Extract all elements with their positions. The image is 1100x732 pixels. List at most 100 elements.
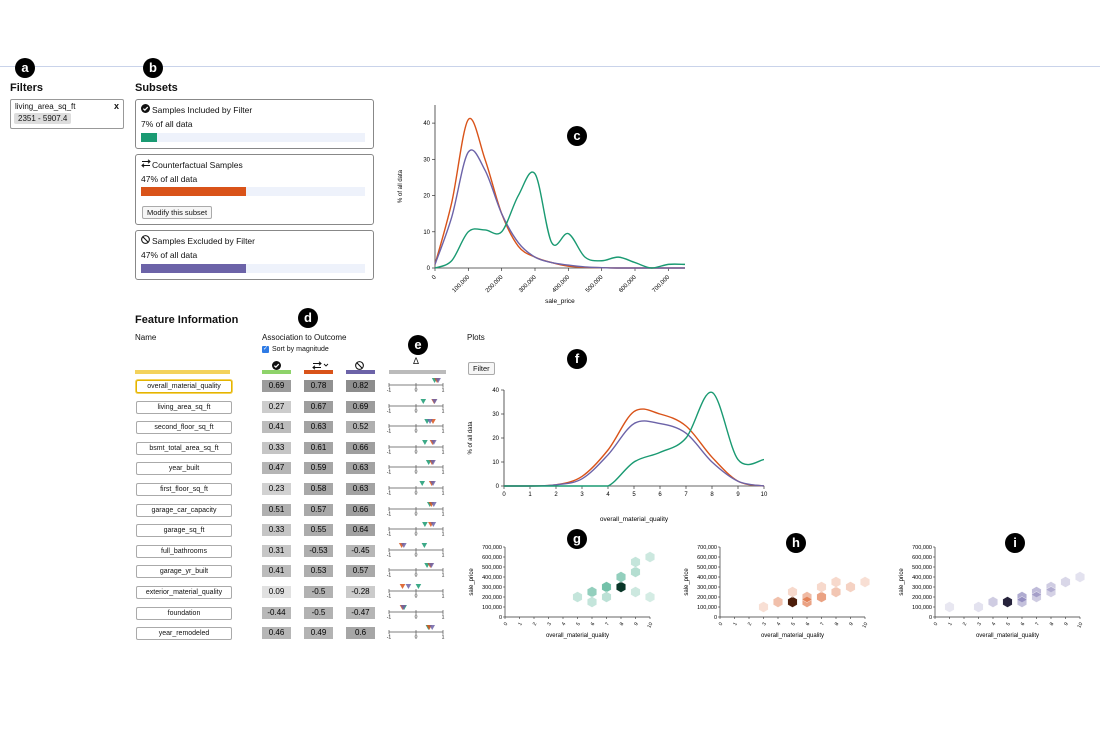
filter-range[interactable]: 2351 - 5907.4: [14, 113, 72, 124]
assoc-value-cf: 0.63: [304, 421, 333, 434]
x-tick-label: 500,000: [585, 274, 605, 294]
svg-text:-1: -1: [387, 449, 392, 454]
assoc-value-cf: 0.78: [304, 380, 333, 392]
feature-button[interactable]: garage_yr_built: [136, 565, 232, 579]
delta-column-colorbar: [389, 370, 446, 374]
counterfactual-column-colorbar: [304, 370, 333, 374]
svg-text:0: 0: [415, 491, 418, 496]
svg-text:1: 1: [442, 614, 445, 619]
badge-c: c: [567, 126, 587, 146]
feature-button[interactable]: garage_car_capacity: [136, 503, 232, 517]
svg-text:0: 0: [415, 408, 418, 413]
excluded-subset-card[interactable]: Samples Excluded by Filter 47% of all da…: [135, 230, 374, 280]
x-tick-label: 1: [732, 621, 739, 627]
hex-cell: [816, 591, 827, 603]
x-tick-label: 9: [848, 621, 855, 627]
feature-info-title: Feature Information: [135, 314, 239, 326]
x-tick-label: 10: [1076, 621, 1084, 629]
badge-b: b: [143, 58, 163, 78]
assoc-value-exc: 0.66: [346, 441, 375, 454]
filter-card[interactable]: living_area_sq_ft x 2351 - 5907.4: [10, 99, 124, 129]
hex-cell: [787, 596, 798, 608]
svg-text:0: 0: [415, 532, 418, 537]
svg-text:0: 0: [415, 511, 418, 516]
assoc-value-exc: 0.64: [346, 524, 375, 537]
delta-mini-axis: -1 0 1: [387, 542, 445, 557]
y-axis-label: sale_price: [469, 568, 475, 596]
name-column-header: Name: [135, 333, 157, 342]
sort-by-magnitude[interactable]: ✓ Sort by magnitude: [262, 346, 329, 353]
x-tick-label: 600,000: [618, 274, 638, 294]
svg-text:-1: -1: [387, 429, 392, 434]
modify-subset-button[interactable]: Modify this subset: [142, 206, 213, 219]
delta-mini-axis: -1 0 1: [387, 460, 445, 474]
feature-button[interactable]: garage_sq_ft: [136, 524, 232, 538]
y-tick-label: 700,000: [697, 545, 717, 551]
filter-remove-button[interactable]: x: [114, 101, 119, 111]
hex-cell: [860, 576, 870, 588]
sale-price-density-chart: 0 10 20 30 40 0 100,000 200,000 300,000 400,000 50…: [398, 105, 686, 305]
feature-button[interactable]: bsmt_total_area_sq_ft: [136, 441, 232, 455]
y-tick-label: 300,000: [912, 585, 932, 591]
svg-text:0: 0: [415, 573, 418, 578]
hex-cell: [845, 581, 856, 593]
x-tick-label: 1: [528, 492, 532, 498]
delta-mini-axis: -1 0 1: [387, 584, 445, 598]
y-tick-label: 600,000: [912, 555, 932, 561]
x-tick-label: 400,000: [552, 274, 572, 294]
delta-marker-exc: [431, 398, 438, 404]
svg-text:0: 0: [415, 552, 418, 557]
feature-button[interactable]: year_remodeled: [136, 627, 232, 641]
assoc-value-inc: -0.44: [262, 606, 291, 619]
hex-cell: [630, 586, 641, 598]
x-tick-label: 9: [1063, 621, 1070, 627]
svg-text:-1: -1: [387, 408, 392, 413]
badge-a: a: [15, 58, 35, 78]
assoc-value-inc: 0.09: [262, 586, 291, 598]
y-axis-label: % of all data: [468, 421, 474, 455]
feature-button[interactable]: overall_material_quality: [136, 380, 232, 393]
delta-mini-axis: -1 0 1: [387, 398, 445, 413]
hex-cell: [616, 571, 626, 583]
x-tick-label: 1: [517, 621, 524, 627]
filter-button[interactable]: Filter: [468, 362, 495, 375]
feature-button[interactable]: exterior_material_quality: [136, 586, 232, 599]
x-axis-label: overall_material_quality: [761, 633, 824, 639]
quality-density-chart: 0 10 20 30 40 0 1 2 3 4 5 6 7 8 9 10 overall_material_qu…: [468, 388, 768, 523]
hex-cell: [616, 581, 626, 593]
feature-button[interactable]: second_floor_sq_ft: [136, 421, 232, 435]
x-tick-label: 0: [431, 274, 438, 281]
feature-button[interactable]: full_bathrooms: [136, 544, 232, 558]
x-tick-label: 3: [546, 621, 553, 627]
feature-button[interactable]: first_floor_sq_ft: [136, 483, 232, 496]
feature-button[interactable]: living_area_sq_ft: [136, 400, 232, 414]
hex-cell: [773, 596, 783, 608]
assoc-value-inc: 0.31: [262, 544, 291, 557]
feature-button[interactable]: foundation: [136, 606, 232, 620]
assoc-value-inc: 0.23: [262, 483, 291, 495]
counterfactual-subset-card[interactable]: Counterfactual Samples 47% of all data M…: [135, 154, 374, 225]
assoc-value-inc: 0.27: [262, 400, 291, 413]
feature-button[interactable]: year_built: [136, 462, 232, 476]
x-tick-label: 5: [790, 621, 797, 627]
y-tick-label: 600,000: [697, 555, 717, 561]
delta-mini-axis: -1 0 1: [387, 481, 445, 496]
delta-marker-inc: [415, 584, 422, 589]
y-tick-label: 400,000: [482, 575, 502, 581]
y-tick-label: 0: [427, 266, 431, 272]
assoc-value-inc: 0.46: [262, 627, 291, 640]
x-tick-label: 2: [962, 621, 969, 627]
hex-cell: [758, 601, 769, 613]
delta-marker-inc: [421, 542, 428, 548]
y-tick-label: 40: [423, 121, 430, 127]
svg-text:1: 1: [442, 429, 445, 434]
series-line-0: [503, 408, 765, 487]
x-tick-label: 7: [684, 492, 688, 498]
hex-cell: [787, 586, 798, 598]
included-subset-card[interactable]: Samples Included by Filter 7% of all dat…: [135, 99, 374, 149]
y-tick-label: 0: [714, 615, 717, 621]
badge-i: i: [1005, 533, 1025, 553]
y-tick-label: 0: [496, 484, 500, 490]
y-tick-label: 500,000: [482, 565, 502, 571]
sort-checkbox[interactable]: ✓: [262, 346, 269, 353]
